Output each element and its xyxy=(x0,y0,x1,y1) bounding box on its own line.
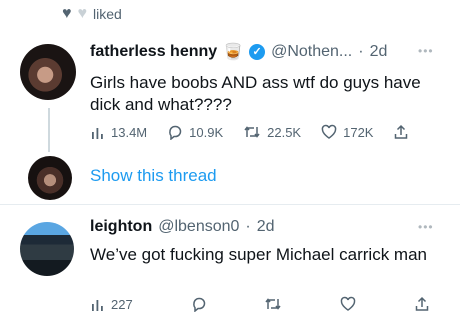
user-handle[interactable]: @lbenson0 xyxy=(158,218,239,236)
name-emoji: 🥃 xyxy=(223,44,244,61)
share-icon[interactable] xyxy=(414,296,430,312)
reply-button[interactable]: 10.9K xyxy=(167,124,223,140)
reply-metrics: 227 xyxy=(90,296,430,312)
retweet-button[interactable]: 22.5K xyxy=(243,124,301,140)
views-icon xyxy=(90,297,105,312)
views-metric[interactable]: 13.4M xyxy=(90,125,147,140)
avatar-small[interactable] xyxy=(28,156,72,200)
reply-count: 10.9K xyxy=(189,124,224,140)
user-handle[interactable]: @Nothen... xyxy=(271,43,352,61)
share-button[interactable] xyxy=(393,124,409,140)
tweet-metrics: 13.4M 10.9K 22.5K 172K xyxy=(90,124,429,140)
timestamp[interactable]: 2d xyxy=(257,218,275,236)
social-context-label: liked xyxy=(93,6,122,22)
like-button[interactable]: 172K xyxy=(321,124,373,140)
avatar[interactable] xyxy=(20,222,74,276)
thread-connector-line xyxy=(48,108,50,152)
heart-outline-icon: ♥ xyxy=(77,5,88,22)
heart-icon[interactable] xyxy=(340,296,356,312)
views-count: 13.4M xyxy=(111,124,148,140)
show-thread-link[interactable]: Show this thread xyxy=(90,166,217,186)
display-name[interactable]: leighton xyxy=(90,218,152,236)
tweet-text: We’ve got fucking super Michael carrick … xyxy=(90,245,427,264)
display-name[interactable]: fatherless henny xyxy=(90,43,217,61)
heart-icon xyxy=(321,124,337,140)
reply-icon[interactable] xyxy=(191,296,207,312)
more-options-icon[interactable]: ••• xyxy=(418,220,434,234)
more-options-icon[interactable]: ••• xyxy=(418,44,434,58)
social-context: ♥ ♥ liked xyxy=(62,5,122,23)
reply-icon xyxy=(167,124,183,140)
heart-filled-icon: ♥ xyxy=(62,5,72,22)
verified-badge-icon: ✓ xyxy=(249,44,266,60)
tweet-text: Girls have boobs AND ass wtf do guys hav… xyxy=(90,73,421,114)
retweet-icon[interactable] xyxy=(264,296,282,312)
views-icon xyxy=(90,125,105,140)
views-count: 227 xyxy=(111,296,133,312)
tweet-header: fatherless henny 🥃 ✓ @Nothen... · 2d xyxy=(90,42,387,62)
reply-header: leighton @lbenson0 · 2d xyxy=(90,218,275,236)
separator-dot: · xyxy=(358,43,364,60)
retweet-count: 22.5K xyxy=(267,124,302,140)
share-icon xyxy=(393,124,409,140)
timestamp[interactable]: 2d xyxy=(370,43,388,61)
views-metric[interactable]: 227 xyxy=(90,297,133,312)
divider xyxy=(0,204,460,205)
avatar[interactable] xyxy=(20,44,76,100)
like-count: 172K xyxy=(343,124,374,140)
retweet-icon xyxy=(243,124,261,140)
separator-dot: · xyxy=(245,218,251,235)
